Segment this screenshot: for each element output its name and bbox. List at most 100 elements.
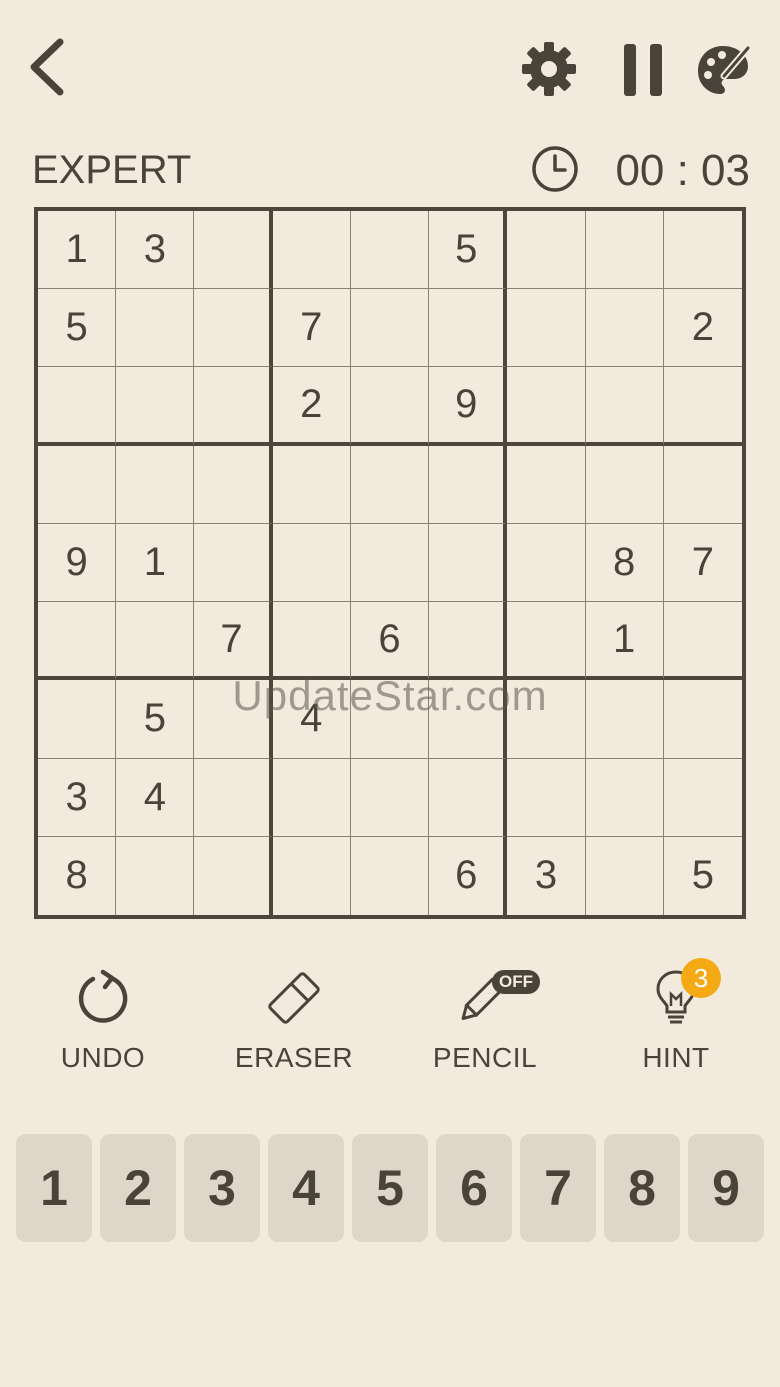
board-cell[interactable]: [272, 445, 351, 524]
board-cell[interactable]: 4: [116, 758, 195, 837]
board-cell[interactable]: 3: [116, 211, 195, 290]
board-cell[interactable]: [194, 758, 273, 837]
number-key-4[interactable]: 4: [268, 1134, 344, 1242]
board-cell[interactable]: [38, 445, 117, 524]
board-cell[interactable]: [585, 758, 664, 837]
board-cell[interactable]: [663, 759, 742, 837]
board-cell[interactable]: 1: [116, 523, 195, 603]
board-cell[interactable]: [585, 211, 664, 290]
board-cell[interactable]: [116, 289, 195, 368]
board-cell[interactable]: [663, 446, 742, 524]
board-cell[interactable]: [272, 758, 351, 837]
gear-icon[interactable]: [520, 40, 578, 98]
board-cell[interactable]: [350, 523, 430, 603]
board-cell[interactable]: 6: [429, 836, 508, 915]
number-key-6[interactable]: 6: [436, 1134, 512, 1242]
undo-button[interactable]: UNDO: [28, 966, 178, 1086]
board-cell[interactable]: 8: [585, 523, 664, 603]
board-cell[interactable]: [38, 680, 117, 759]
board-cell[interactable]: [38, 367, 117, 446]
board-cell[interactable]: [272, 602, 351, 681]
board-cell[interactable]: [429, 758, 508, 837]
board-cell[interactable]: [350, 445, 430, 524]
board-cell[interactable]: 9: [38, 523, 117, 603]
board-cell[interactable]: [585, 680, 664, 759]
board-cell[interactable]: 5: [38, 289, 117, 368]
board-cell[interactable]: 1: [585, 602, 664, 681]
board-cell[interactable]: [585, 445, 664, 524]
number-key-8[interactable]: 8: [604, 1134, 680, 1242]
board-cell[interactable]: 6: [350, 602, 430, 681]
back-icon[interactable]: [24, 36, 72, 98]
board-cell[interactable]: [507, 289, 586, 368]
board-cell[interactable]: 8: [38, 836, 117, 915]
board-cell[interactable]: [507, 367, 586, 446]
board-cell[interactable]: 5: [429, 211, 508, 290]
board-cell[interactable]: [272, 211, 351, 290]
board-cell[interactable]: [116, 836, 195, 915]
board-cell[interactable]: [350, 289, 430, 368]
board-cell[interactable]: [194, 289, 273, 368]
board-cell[interactable]: [351, 836, 430, 915]
board-cell[interactable]: 4: [272, 680, 351, 759]
pause-icon[interactable]: [620, 42, 666, 98]
board-cell[interactable]: [507, 523, 586, 603]
board-cell[interactable]: [429, 602, 508, 681]
board-cell[interactable]: [273, 836, 351, 915]
board-cell[interactable]: [663, 211, 742, 290]
board-cell[interactable]: [585, 289, 664, 368]
board-cell[interactable]: [116, 445, 195, 524]
board-cell[interactable]: [194, 367, 273, 446]
board-cell[interactable]: [429, 289, 508, 368]
board-cell[interactable]: [350, 758, 430, 837]
board-cell[interactable]: 3: [38, 758, 117, 837]
board-cell[interactable]: [194, 680, 273, 759]
board-cell[interactable]: 3: [507, 836, 586, 915]
number-key-3[interactable]: 3: [184, 1134, 260, 1242]
board-cell[interactable]: [194, 211, 273, 290]
board-cell[interactable]: [350, 367, 430, 446]
number-key-7[interactable]: 7: [520, 1134, 596, 1242]
board-cell[interactable]: [194, 523, 273, 603]
board-cell[interactable]: [586, 836, 664, 915]
board-cell[interactable]: 7: [663, 524, 742, 603]
palette-icon[interactable]: [694, 40, 752, 98]
board-cell[interactable]: 2: [663, 289, 742, 368]
number-key-9[interactable]: 9: [688, 1134, 764, 1242]
board-cell[interactable]: [194, 445, 273, 524]
number-pad: 123456789: [16, 1134, 764, 1242]
board-cell[interactable]: [663, 602, 742, 681]
board-cell[interactable]: 9: [429, 367, 508, 446]
board-cell[interactable]: [272, 523, 351, 603]
board-cell[interactable]: [663, 367, 742, 446]
board-cell[interactable]: 5: [116, 680, 195, 759]
board-cell[interactable]: [507, 602, 586, 681]
board-cell[interactable]: [429, 680, 508, 759]
board-cell[interactable]: [507, 758, 586, 837]
board-cell[interactable]: [429, 523, 508, 603]
board-cell[interactable]: [350, 211, 430, 290]
board-cell[interactable]: [38, 602, 117, 681]
board-cell[interactable]: 7: [194, 602, 273, 681]
pencil-button[interactable]: OFF PENCIL: [410, 966, 560, 1086]
board-cell[interactable]: [429, 445, 508, 524]
board-cell[interactable]: [507, 211, 586, 290]
board-cell[interactable]: 7: [272, 289, 351, 368]
board-cell[interactable]: 1: [38, 211, 117, 290]
board-cell[interactable]: [350, 680, 430, 759]
board-cell[interactable]: 5: [664, 837, 742, 915]
board-cell[interactable]: [663, 680, 742, 759]
hint-button[interactable]: 3 HINT: [601, 958, 751, 1086]
number-key-5[interactable]: 5: [352, 1134, 428, 1242]
board-cell[interactable]: [194, 836, 273, 915]
pencil-label: PENCIL: [432, 1042, 538, 1073]
board-cell[interactable]: [116, 602, 195, 681]
eraser-button[interactable]: ERASER: [219, 966, 369, 1086]
number-key-2[interactable]: 2: [100, 1134, 176, 1242]
board-cell[interactable]: [507, 445, 586, 524]
number-key-1[interactable]: 1: [16, 1134, 92, 1242]
board-cell[interactable]: 2: [272, 367, 351, 446]
board-cell[interactable]: [507, 680, 586, 759]
board-cell[interactable]: [585, 367, 664, 446]
board-cell[interactable]: [116, 367, 195, 446]
